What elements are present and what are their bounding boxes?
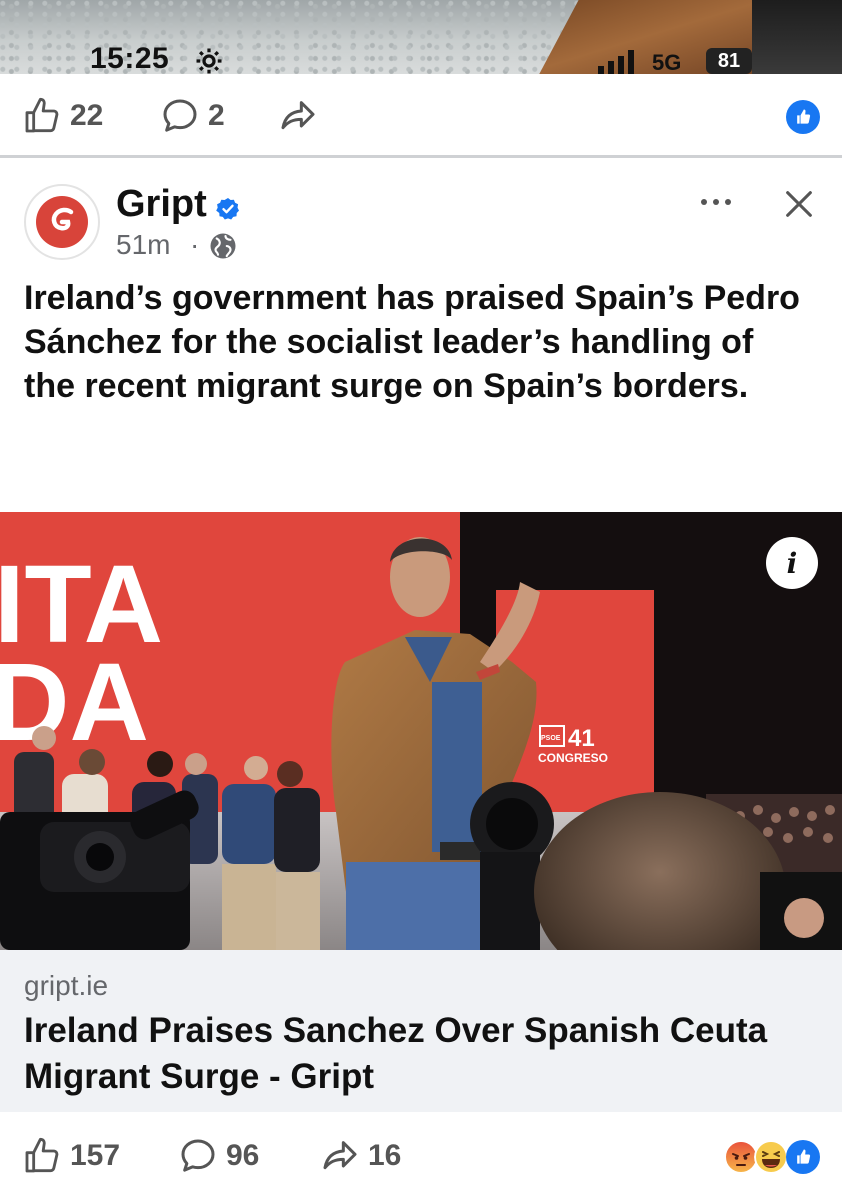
more-icon[interactable] <box>696 191 736 213</box>
comment-count: 96 <box>226 1139 260 1172</box>
signal-icon <box>598 50 634 74</box>
comment-icon <box>181 1139 215 1172</box>
battery-level: 81 <box>706 48 752 74</box>
network-type: 5G <box>652 50 682 74</box>
share-icon <box>323 1141 357 1170</box>
banner-text-2: DA <box>0 641 149 764</box>
sign-number: 41 <box>568 725 595 752</box>
event-photo-illustration: ITA DA 41 CONGRESO PSOE <box>0 512 842 950</box>
globe-icon <box>210 233 236 259</box>
like-reaction-icon <box>786 100 820 134</box>
post-text: Ireland’s government has praised Spain’s… <box>24 279 800 405</box>
status-bar: 15:25 5G 81 <box>0 0 842 74</box>
post-actions: 157 96 16 <box>0 1112 842 1200</box>
comment-count: 2 <box>208 99 225 132</box>
background-dark <box>752 0 842 74</box>
like-icon <box>25 1137 59 1173</box>
close-icon[interactable] <box>782 187 816 221</box>
like-count: 157 <box>70 1139 121 1172</box>
comment-button[interactable]: 96 <box>178 1136 259 1176</box>
angry-reaction-icon <box>724 1140 758 1174</box>
link-domain: gript.ie <box>24 970 109 1001</box>
comment-button[interactable]: 2 <box>160 96 225 136</box>
previous-post-actions: 22 2 <box>0 74 842 158</box>
like-button[interactable]: 157 <box>22 1136 120 1176</box>
comment-icon <box>163 99 197 132</box>
post-header: Gript 51m · <box>0 161 842 271</box>
post-photo[interactable]: ITA DA 41 CONGRESO PSOE <box>0 512 842 950</box>
page-name[interactable]: Gript <box>116 183 207 226</box>
like-button[interactable]: 22 <box>22 96 103 136</box>
sign-brand: PSOE <box>541 735 561 742</box>
link-title: Ireland Praises Sanchez Over Spanish Ceu… <box>24 1011 768 1096</box>
link-preview[interactable]: gript.ie Ireland Praises Sanchez Over Sp… <box>0 950 842 1112</box>
avatar[interactable] <box>24 184 100 260</box>
gript-logo-icon <box>36 196 88 248</box>
share-button[interactable] <box>278 96 318 136</box>
sign-word: CONGRESO <box>538 751 608 765</box>
share-button[interactable]: 16 <box>320 1136 401 1176</box>
gear-icon <box>196 48 222 74</box>
separator-dot: · <box>190 229 200 260</box>
share-icon <box>281 101 315 130</box>
post-time[interactable]: 51m <box>116 229 170 261</box>
share-count: 16 <box>368 1139 402 1172</box>
status-time: 15:25 <box>90 42 170 74</box>
info-icon[interactable]: i <box>766 537 818 589</box>
haha-reaction-icon <box>754 1140 788 1174</box>
like-icon <box>25 97 59 133</box>
like-count: 22 <box>70 99 104 132</box>
like-reaction-icon <box>786 1140 820 1174</box>
verified-icon <box>216 198 239 220</box>
